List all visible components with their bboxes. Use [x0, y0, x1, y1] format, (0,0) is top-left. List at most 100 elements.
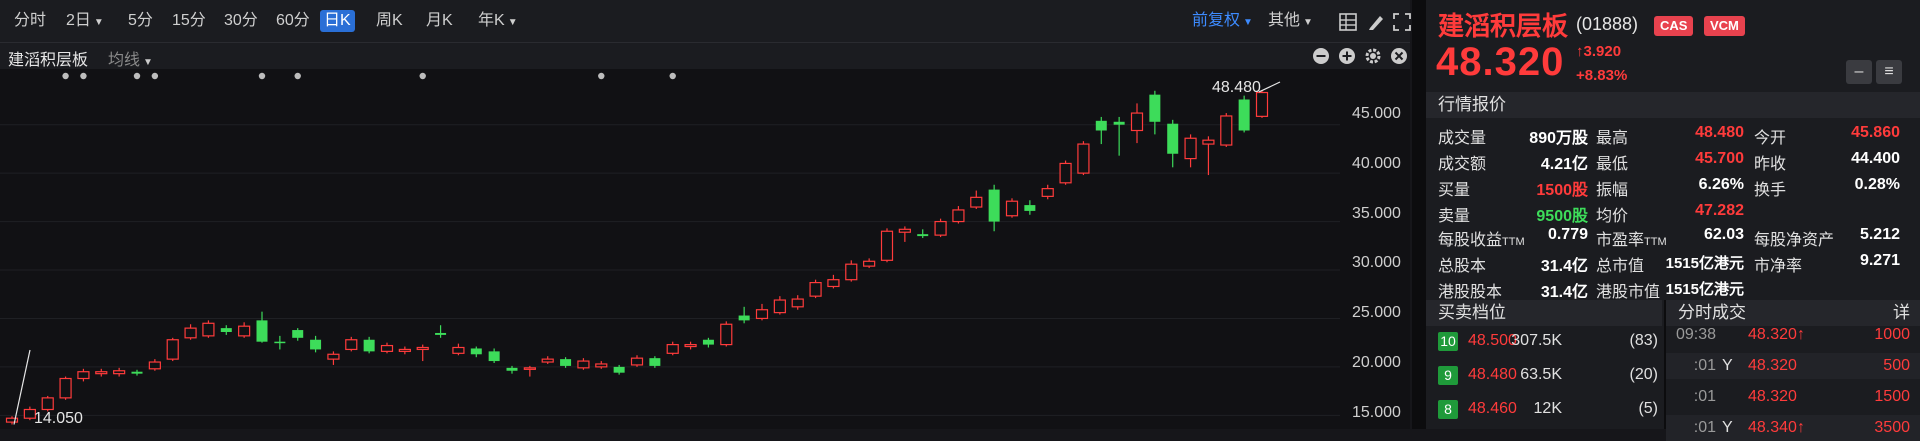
candle[interactable] [1184, 134, 1197, 168]
candle[interactable] [898, 226, 911, 242]
tab-yearly-k[interactable]: 年K ▼ [474, 10, 522, 32]
candle[interactable] [184, 324, 197, 340]
candle[interactable] [952, 206, 965, 224]
candle[interactable] [1113, 116, 1125, 156]
other-dropdown[interactable]: 其他 ▼ [1264, 10, 1317, 32]
candle[interactable] [988, 184, 1000, 232]
event-marker[interactable] [258, 72, 266, 80]
candle[interactable] [470, 346, 482, 358]
candle[interactable] [1167, 119, 1179, 168]
candle[interactable] [738, 306, 750, 324]
event-marker[interactable] [294, 72, 301, 80]
event-marker[interactable] [598, 72, 605, 80]
candle[interactable] [630, 355, 644, 367]
book-row[interactable]: 10 48.500 307.5K (83) [1426, 328, 1662, 354]
candle[interactable] [95, 368, 108, 377]
candle[interactable] [398, 346, 411, 355]
candle[interactable] [220, 325, 232, 335]
candle[interactable] [1041, 184, 1054, 200]
candle[interactable] [917, 229, 929, 239]
candle[interactable] [809, 279, 822, 299]
candle[interactable] [827, 274, 840, 289]
candle[interactable] [274, 335, 286, 350]
candle[interactable] [755, 303, 769, 321]
tab-5min[interactable]: 5分 [124, 10, 157, 32]
candle[interactable] [1077, 141, 1090, 176]
grid-layout-icon[interactable] [1338, 12, 1358, 32]
event-marker[interactable] [62, 72, 69, 80]
settings-gear-icon[interactable] [1364, 47, 1382, 65]
candle[interactable] [1238, 95, 1250, 133]
candle[interactable] [202, 320, 215, 338]
event-marker[interactable] [80, 72, 87, 80]
panel-divider[interactable] [1412, 0, 1426, 429]
candle[interactable] [1095, 116, 1107, 145]
candle[interactable] [452, 343, 465, 356]
candle[interactable] [488, 348, 500, 363]
candle[interactable] [1059, 160, 1072, 185]
ma-dropdown[interactable]: 均线 ▼ [108, 46, 153, 70]
tab-daily-k[interactable]: 日K [320, 10, 355, 32]
tab-2day[interactable]: 2日 ▼ [62, 10, 108, 32]
remove-watch-button[interactable]: – [1846, 60, 1872, 84]
candle[interactable] [113, 367, 126, 377]
candle[interactable] [166, 337, 179, 362]
candle[interactable] [595, 361, 608, 369]
candle[interactable] [1005, 198, 1019, 218]
candle[interactable] [523, 365, 536, 377]
candle[interactable] [970, 190, 983, 209]
tab-30min[interactable]: 30分 [220, 10, 262, 32]
candle[interactable] [702, 337, 714, 348]
candle[interactable] [435, 325, 447, 338]
candle[interactable] [560, 357, 572, 368]
candle[interactable] [345, 336, 358, 352]
fullscreen-icon[interactable] [1392, 12, 1412, 32]
candle[interactable] [863, 258, 876, 269]
candle[interactable] [666, 341, 679, 356]
candle[interactable] [880, 228, 894, 263]
candle[interactable] [720, 321, 733, 347]
candle[interactable] [1130, 103, 1144, 144]
event-marker[interactable] [419, 72, 426, 80]
event-marker[interactable] [133, 72, 141, 80]
book-row[interactable]: 8 48.460 12K (5) [1426, 396, 1662, 422]
tab-60min[interactable]: 60分 [272, 10, 314, 32]
tab-weekly-k[interactable]: 周K [372, 10, 407, 32]
candle[interactable] [380, 342, 394, 354]
candle[interactable] [1024, 200, 1036, 215]
tab-15min[interactable]: 15分 [168, 10, 210, 32]
candle[interactable] [649, 356, 661, 368]
zoom-out-icon[interactable] [1312, 47, 1330, 65]
candle[interactable] [310, 335, 322, 353]
candle[interactable] [1149, 90, 1161, 135]
zoom-in-icon[interactable] [1338, 47, 1356, 65]
candle[interactable] [238, 322, 251, 338]
event-marker[interactable] [151, 72, 159, 80]
tab-monthly-k[interactable]: 月K [422, 10, 457, 32]
draw-pen-icon[interactable] [1366, 12, 1386, 32]
event-marker[interactable] [669, 72, 676, 80]
candle[interactable] [791, 295, 804, 310]
candle[interactable] [684, 341, 697, 350]
candle[interactable] [256, 311, 268, 343]
candle[interactable] [327, 351, 340, 365]
candle[interactable] [541, 356, 554, 364]
book-row[interactable]: 9 48.480 63.5K (20) [1426, 362, 1662, 388]
candle[interactable] [292, 328, 304, 341]
candlestick-chart[interactable]: 45.000 40.000 35.000 30.000 25.000 20.00… [0, 69, 1410, 429]
adjust-dropdown[interactable]: 前复权 ▼ [1188, 10, 1257, 32]
close-icon[interactable] [1390, 47, 1408, 65]
candle[interactable] [577, 358, 590, 370]
candle[interactable] [1220, 113, 1233, 147]
tab-intraday[interactable]: 分时 [10, 10, 50, 32]
candle[interactable] [59, 376, 72, 400]
candle[interactable] [773, 296, 786, 315]
candlestick-svg[interactable] [0, 69, 1410, 429]
candle[interactable] [934, 218, 947, 238]
more-menu-button[interactable]: ≡ [1876, 60, 1902, 84]
candle[interactable] [845, 260, 858, 282]
candle[interactable] [416, 344, 429, 362]
candle[interactable] [131, 369, 143, 376]
candle[interactable] [363, 336, 375, 354]
candle[interactable] [148, 359, 161, 371]
